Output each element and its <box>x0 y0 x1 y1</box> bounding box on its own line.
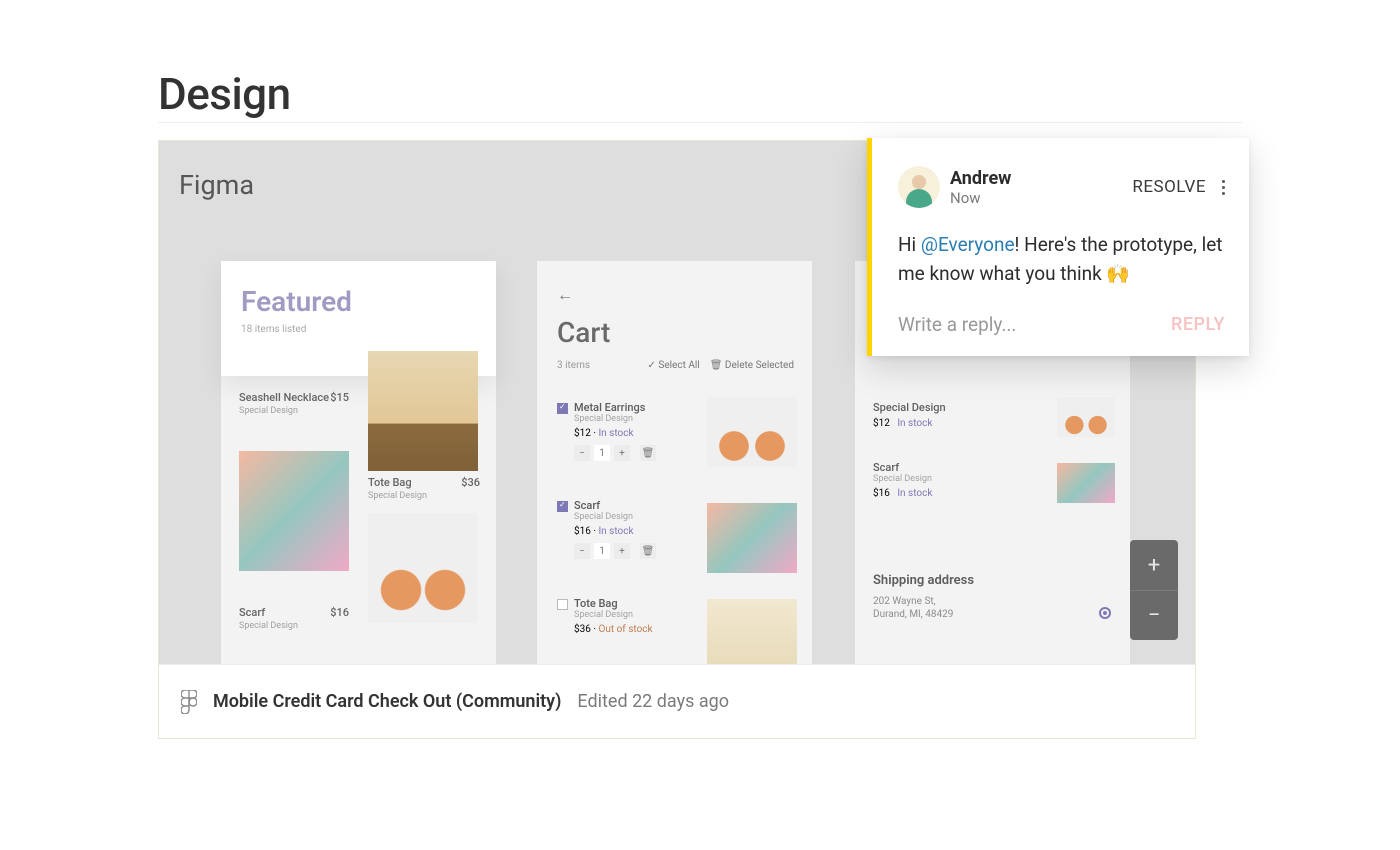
avatar[interactable] <box>898 166 940 208</box>
comment-body: Hi @Everyone! Here's the prototype, let … <box>898 230 1225 289</box>
mention[interactable]: @Everyone <box>921 233 1015 256</box>
product-tile-earrings <box>368 513 478 623</box>
cart-thumb <box>707 503 797 573</box>
list-item: Special Design $12 In stock <box>873 401 1053 429</box>
cart-title: Cart <box>557 316 610 349</box>
zoom-control: + − <box>1130 540 1178 640</box>
comment-author: Andrew <box>950 168 1132 189</box>
select-all-button[interactable]: ✓ Select All <box>648 360 700 371</box>
reply-button[interactable]: REPLY <box>1171 314 1225 335</box>
product-label-seashell: Seashell Necklace$15 Special Design <box>239 391 349 416</box>
zoom-in-button[interactable]: + <box>1130 540 1178 590</box>
checkbox-icon[interactable] <box>557 501 568 512</box>
figma-logo-icon <box>181 690 197 714</box>
featured-subtitle: 18 items listed <box>241 324 476 335</box>
wish-thumb <box>1057 463 1115 503</box>
cart-count: 3 items <box>557 360 590 371</box>
trash-icon[interactable]: 🗑 <box>640 445 656 461</box>
cart-item: Scarf Special Design $16 · In stock −1+🗑 <box>557 499 797 559</box>
shipping-address-block: Shipping address 202 Wayne St, Durand, M… <box>873 573 974 620</box>
comment-popup: Andrew Now RESOLVE Hi @Everyone! Here's … <box>867 138 1249 356</box>
more-options-icon[interactable] <box>1222 180 1225 195</box>
qty-value: 1 <box>594 445 610 461</box>
checkbox-icon[interactable] <box>557 403 568 414</box>
embed-footer: Mobile Credit Card Check Out (Community)… <box>159 664 1195 738</box>
divider <box>158 122 1242 123</box>
qty-minus-button[interactable]: − <box>574 445 590 461</box>
qty-plus-button[interactable]: + <box>614 543 630 559</box>
figma-platform-label: Figma <box>179 169 254 201</box>
page-title: Design <box>158 68 291 120</box>
radio-selected-icon[interactable] <box>1099 607 1111 619</box>
sort-button[interactable]: ⇅ Sort <box>404 353 433 364</box>
reply-input[interactable]: Write a reply... <box>898 313 1171 336</box>
artboard-cart <box>537 261 812 666</box>
product-tile-scarf <box>239 451 349 571</box>
featured-header-card: Featured 18 items listed ⇅ Sort ▽ Filter <box>221 261 496 376</box>
wish-thumb <box>1057 397 1115 437</box>
cart-thumb <box>707 599 797 669</box>
product-label-tote: Tote Bag$36 Special Design <box>368 476 480 501</box>
qty-plus-button[interactable]: + <box>614 445 630 461</box>
file-edit-time: Edited 22 days ago <box>577 691 729 712</box>
cart-item: Metal Earrings Special Design $12 · In s… <box>557 401 797 461</box>
list-item: Scarf Special Design $16 In stock <box>873 461 1053 499</box>
product-label-scarf: Scarf$16 Special Design <box>239 606 349 631</box>
resolve-button[interactable]: RESOLVE <box>1132 177 1206 197</box>
delete-selected-button[interactable]: 🗑 Delete Selected <box>710 360 794 371</box>
qty-minus-button[interactable]: − <box>574 543 590 559</box>
cart-item: Tote Bag Special Design $36 · Out of sto… <box>557 597 797 635</box>
checkbox-icon[interactable] <box>557 599 568 610</box>
cart-thumb <box>707 397 797 467</box>
qty-value: 1 <box>594 543 610 559</box>
file-name[interactable]: Mobile Credit Card Check Out (Community) <box>213 691 561 712</box>
artboard-featured <box>221 261 496 666</box>
product-tile-tote-bag <box>368 351 478 471</box>
zoom-out-button[interactable]: − <box>1130 590 1178 640</box>
comment-time: Now <box>950 189 1132 207</box>
trash-icon[interactable]: 🗑 <box>640 543 656 559</box>
back-icon[interactable]: ← <box>557 285 573 305</box>
filter-button[interactable]: ▽ Filter <box>445 353 478 364</box>
featured-title: Featured <box>241 285 476 318</box>
